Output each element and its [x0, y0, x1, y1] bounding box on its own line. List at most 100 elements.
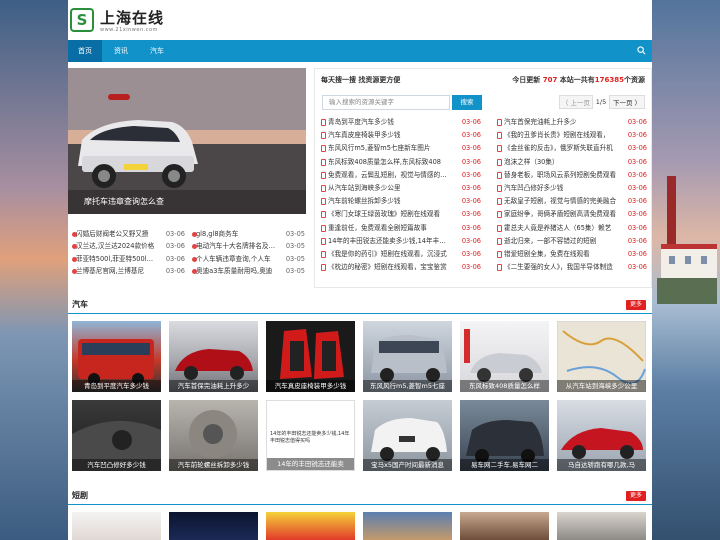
- car-card[interactable]: 从汽车站到海峡多少公里: [557, 321, 646, 392]
- car-card[interactable]: 汽车凹凸修好多少钱: [72, 400, 161, 471]
- list-item[interactable]: 兰博基尼官网,兰博基尼 03-06: [68, 265, 188, 277]
- car-card[interactable]: 汽车首保完油耗上升多少: [169, 321, 258, 392]
- document-icon: [497, 119, 502, 126]
- background-right: [652, 0, 720, 540]
- list-item[interactable]: 电动汽车十大名牌排名及价格 03-05: [188, 240, 308, 252]
- main-nav: 首页 资讯 汽车: [68, 40, 652, 62]
- list-item[interactable]: 《我的丑爹肖长贵》短剧在线观看， 03-06: [495, 129, 649, 142]
- resource-search-box: 每天搜一搜 找资源更方便 今日更新 707 本站一共有176385个资源 输入搜…: [314, 68, 652, 288]
- list-item[interactable]: 《二生要强的女人》，我国半导体制造 03-06: [495, 261, 649, 274]
- list-item[interactable]: 《寒门女球王绿茵玫瑰》短剧在线观看 03-06: [319, 208, 483, 221]
- drama-card[interactable]: [169, 512, 258, 540]
- list-item[interactable]: 闪婚后财阀老公又野又撩 03-06: [68, 228, 188, 240]
- featured-slider[interactable]: 摩托车违章查询怎么查: [68, 68, 306, 214]
- document-icon: [321, 119, 326, 126]
- list-item[interactable]: 泡沫之样（30集） 03-06: [495, 156, 649, 169]
- drama-card[interactable]: [266, 512, 355, 540]
- drama-card[interactable]: [460, 512, 549, 540]
- document-icon: [321, 198, 326, 206]
- list-item[interactable]: 东风标致408质量怎么样,东风标致408 03-06: [319, 156, 483, 169]
- list-item[interactable]: 从汽车站到海峡多少公里 03-06: [319, 182, 483, 195]
- nav-item-cars[interactable]: 汽车: [140, 40, 174, 62]
- list-item[interactable]: 汉兰达,汉兰达2024款价格 03-06: [68, 240, 188, 252]
- list-item[interactable]: 《我是你的药引》短剧在线观看，沉浸式 03-06: [319, 248, 483, 261]
- list-item[interactable]: 替身老板，职场风云系列短剧免费观看 03-06: [495, 169, 649, 182]
- document-icon: [497, 184, 502, 192]
- list-item[interactable]: 东风风行m5,菱智m5七座新车图片 03-06: [319, 142, 483, 155]
- section-divider: [68, 504, 652, 505]
- car-card[interactable]: 汽车前轮螺丝拆卸多少钱: [169, 400, 258, 471]
- prev-page-button[interactable]: 〈 上一页: [559, 95, 593, 109]
- car-card[interactable]: 青岛到平度汽车多少钱: [72, 321, 161, 392]
- nav-item-news[interactable]: 资讯: [104, 40, 138, 62]
- document-icon: [321, 184, 326, 192]
- list-item[interactable]: 霍总夫人竟是养猪达人（65集）赖艺 03-06: [495, 222, 649, 235]
- resource-stats: 今日更新 707 本站一共有176385个资源: [512, 76, 645, 84]
- hot-dot-icon: [192, 256, 197, 262]
- list-item[interactable]: 汽车首保完油耗上升多少 03-06: [495, 116, 649, 129]
- list-item[interactable]: 逝北归来，一部不容错过的短剧 03-06: [495, 235, 649, 248]
- car-card[interactable]: 易车网二手车,易车网二: [460, 400, 549, 471]
- list-item[interactable]: 14年的丰田锐志还能卖多少钱,14年丰田锐志 03-06: [319, 235, 483, 248]
- drama-card[interactable]: [363, 512, 452, 540]
- car-card[interactable]: 宝马x5国产时间最新消息: [363, 400, 452, 471]
- site-url: www.21xinwen.com: [100, 27, 158, 33]
- document-icon: [497, 250, 502, 258]
- list-item[interactable]: 青岛到平度汽车多少钱 03-06: [319, 116, 483, 129]
- document-icon: [321, 158, 326, 166]
- list-item[interactable]: 汽车前轮螺丝拆卸多少钱 03-06: [319, 195, 483, 208]
- left-news-column-1: 闪婚后财阀老公又野又撩 03-06 汉兰达,汉兰达2024款价格 03-06 菲亚特…: [68, 228, 188, 277]
- document-icon: [321, 250, 326, 258]
- list-item[interactable]: 重逢前任，免费观看全剧短篇故事 03-06: [319, 222, 483, 235]
- document-icon: [497, 132, 502, 140]
- document-icon: [321, 264, 326, 272]
- card-overlay-text: 14年的丰田锐志还能卖多少钱,14年丰田锐志值得买吗: [270, 431, 350, 444]
- site-logo[interactable]: S: [70, 8, 94, 32]
- car-card[interactable]: 马自达轿跑有哪几款,马: [557, 400, 646, 471]
- car-card[interactable]: 东风标致408质量怎么样: [460, 321, 549, 392]
- car-card[interactable]: 东风风行m5,菱智m5七座: [363, 321, 452, 392]
- document-icon: [497, 211, 502, 219]
- list-item[interactable]: 汽车真皮座椅装甲多少钱 03-06: [319, 129, 483, 142]
- document-icon: [497, 145, 502, 153]
- list-item[interactable]: 家庭纷争，哥俩矛盾短剧高清免费观看 03-06: [495, 208, 649, 221]
- list-item[interactable]: 免费观看，云鬓乱短剧，视觉与情感的双重 03-06: [319, 169, 483, 182]
- hot-dot-icon: [192, 232, 197, 237]
- slider-caption[interactable]: 摩托车违章查询怎么查: [68, 190, 306, 214]
- car-card[interactable]: 14年的丰田锐志还能卖多少钱,14年丰田锐志值得买吗 14年的丰田锐志还能卖: [266, 400, 355, 471]
- list-item[interactable]: 无敌皇子短剧，视觉与情感的完美融合 03-06: [495, 195, 649, 208]
- car-card[interactable]: 汽车真皮座椅装甲多少钱: [266, 321, 355, 392]
- pager: 〈 上一页 1/5 下一页 〉: [559, 95, 645, 109]
- more-button-drama[interactable]: 更多: [626, 491, 646, 501]
- list-item[interactable]: 错爱短剧全集，免费在线观看 03-06: [495, 248, 649, 261]
- drama-card[interactable]: [72, 512, 161, 540]
- section-divider: [68, 313, 652, 314]
- document-icon: [321, 237, 326, 245]
- hot-dot-icon: [72, 268, 77, 274]
- page-number: 1/5: [595, 98, 607, 106]
- document-icon: [321, 132, 326, 140]
- list-item[interactable]: gl8,gl8商务车 03-05: [188, 228, 308, 240]
- list-item[interactable]: 汽车凹凸修好多少钱 03-06: [495, 182, 649, 195]
- list-item[interactable]: 奥迪a3车质量耐用吗,奥迪 03-05: [188, 265, 308, 277]
- site-name[interactable]: 上海在线: [100, 7, 164, 28]
- more-button-cars[interactable]: 更多: [626, 300, 646, 310]
- list-item[interactable]: 《枕边的秘密》短剧在线观看，宝宝鉴赏 03-06: [319, 261, 483, 274]
- document-icon: [497, 158, 502, 166]
- list-item[interactable]: 《金丝雀的反击》，俄罗斯失联直升机 03-06: [495, 142, 649, 155]
- document-icon: [497, 198, 502, 206]
- list-item[interactable]: 个人车辆违章查询,个人车 03-05: [188, 253, 308, 265]
- nav-item-home[interactable]: 首页: [68, 40, 102, 62]
- drama-card[interactable]: [557, 512, 646, 540]
- resource-list-right: 汽车首保完油耗上升多少 03-06 《我的丑爹肖长贵》短剧在线观看， 03-06 《…: [495, 116, 649, 274]
- next-page-button[interactable]: 下一页 〉: [609, 95, 645, 109]
- document-icon: [497, 224, 502, 232]
- resource-search-button[interactable]: 搜索: [452, 95, 482, 110]
- left-news-column-2: gl8,gl8商务车 03-05 电动汽车十大名牌排名及价格 03-05 个人车辆违…: [188, 228, 308, 277]
- list-item[interactable]: 菲亚特500l,菲亚特500l报价 03-06: [68, 253, 188, 265]
- resource-list-left: 青岛到平度汽车多少钱 03-06 汽车真皮座椅装甲多少钱 03-06 东风风行m5,…: [319, 116, 483, 274]
- lighthouse-illustration: [657, 176, 717, 304]
- search-icon[interactable]: [637, 46, 646, 55]
- resource-search-input[interactable]: 输入搜索的资源关键字: [322, 95, 450, 110]
- background-left: [0, 0, 68, 540]
